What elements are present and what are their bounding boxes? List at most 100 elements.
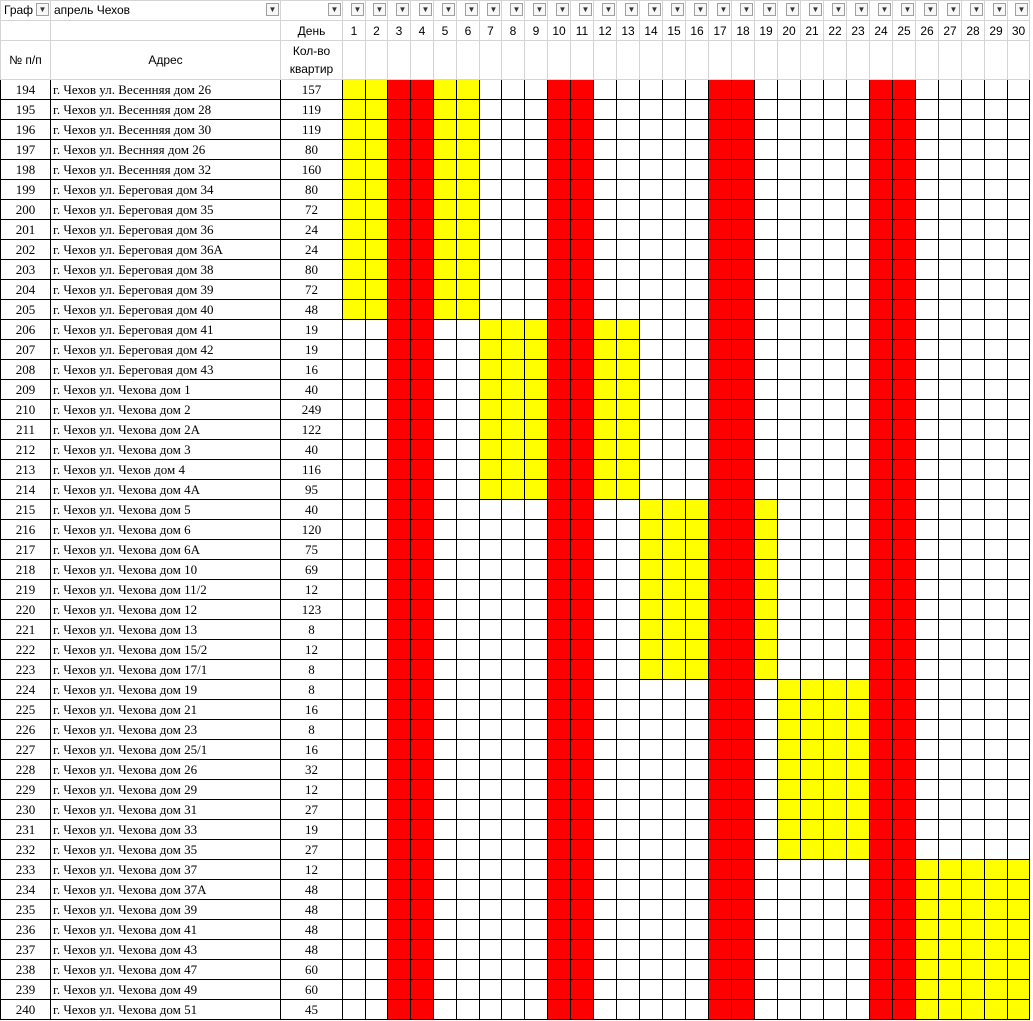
filter-dropdown-button[interactable]: ▼ <box>855 3 868 16</box>
empty-day-cell <box>639 979 663 1000</box>
empty-day-cell <box>433 859 457 880</box>
day-off-cell <box>869 919 893 940</box>
empty-day-cell <box>501 959 525 980</box>
row-number: 213 <box>0 459 51 480</box>
filter-dropdown-button[interactable]: ▼ <box>740 3 753 16</box>
filter-dropdown-button[interactable]: ▼ <box>786 3 799 16</box>
day-off-cell <box>869 259 893 280</box>
filter-dropdown-button[interactable]: ▼ <box>579 3 592 16</box>
work-day-cell <box>961 879 985 900</box>
row-number: 235 <box>0 899 51 920</box>
filter-dropdown-button[interactable]: ▼ <box>809 3 822 16</box>
empty-day-cell <box>823 879 847 900</box>
filter-dropdown-button[interactable]: ▼ <box>510 3 523 16</box>
filter-dropdown-button[interactable]: ▼ <box>648 3 661 16</box>
filter-dropdown-button[interactable]: ▼ <box>717 3 730 16</box>
filter-dropdown-button[interactable]: ▼ <box>351 3 364 16</box>
empty-day-cell <box>616 559 640 580</box>
work-day-cell <box>754 499 778 520</box>
empty-day-cell <box>961 679 985 700</box>
filter-dropdown-button[interactable]: ▼ <box>602 3 615 16</box>
day-off-cell <box>547 499 571 520</box>
filter-dropdown-button[interactable]: ▼ <box>671 3 684 16</box>
filter-dropdown-button[interactable]: ▼ <box>465 3 478 16</box>
day-off-cell <box>387 679 411 700</box>
empty-day-cell <box>846 479 870 500</box>
empty-day-cell <box>685 99 709 120</box>
apartment-count: 48 <box>280 899 343 920</box>
day-off-cell <box>869 739 893 760</box>
day-off-cell <box>869 159 893 180</box>
filter-dropdown-button[interactable]: ▼ <box>36 3 49 16</box>
filter-dropdown-button[interactable]: ▼ <box>694 3 707 16</box>
empty-day-cell <box>984 779 1008 800</box>
empty-day-cell <box>524 839 548 860</box>
empty-day-cell <box>593 199 617 220</box>
day-off-cell <box>869 179 893 200</box>
filter-dropdown-button[interactable]: ▼ <box>625 3 638 16</box>
empty-day-cell <box>616 699 640 720</box>
filter-dropdown-button[interactable]: ▼ <box>878 3 891 16</box>
empty-day-cell <box>984 559 1008 580</box>
empty-day-cell <box>961 379 985 400</box>
filter-dropdown-button[interactable]: ▼ <box>328 3 341 16</box>
empty-day-cell <box>961 559 985 580</box>
day-off-cell <box>547 979 571 1000</box>
filter-dropdown-button[interactable]: ▼ <box>832 3 845 16</box>
empty-day-cell <box>593 699 617 720</box>
day-number: 10 <box>547 20 571 41</box>
empty-day-cell <box>524 719 548 740</box>
address-cell: г. Чехов ул. Чехова дом 12 <box>50 599 281 620</box>
day-off-cell <box>570 299 594 320</box>
empty-day-cell <box>685 139 709 160</box>
filter-dropdown-button[interactable]: ▼ <box>533 3 546 16</box>
day-off-cell <box>731 179 755 200</box>
filter-dropdown-button[interactable]: ▼ <box>487 3 500 16</box>
empty-day-cell <box>365 319 388 340</box>
empty-day-cell <box>800 99 824 120</box>
table-row: 240 г. Чехов ул. Чехова дом 51 45 <box>0 999 1030 1020</box>
filter-dropdown-button[interactable]: ▼ <box>419 3 432 16</box>
filter-dropdown-button[interactable]: ▼ <box>947 3 960 16</box>
filter-dropdown-button[interactable]: ▼ <box>266 3 279 16</box>
filter-dropdown-button[interactable]: ▼ <box>442 3 455 16</box>
day-off-cell <box>547 959 571 980</box>
filter-dropdown-button[interactable]: ▼ <box>763 3 776 16</box>
address-cell: г. Чехов ул. Чехова дом 17/1 <box>50 659 281 680</box>
filter-dropdown-button[interactable]: ▼ <box>373 3 386 16</box>
empty-day-cell <box>938 399 962 420</box>
day-off-cell <box>869 419 893 440</box>
empty-day-cell <box>754 459 778 480</box>
empty-day-cell <box>342 759 366 780</box>
day-off-cell <box>570 259 594 280</box>
day-off-cell <box>892 419 916 440</box>
empty-day-cell <box>961 159 985 180</box>
filter-dropdown-button[interactable]: ▼ <box>396 3 409 16</box>
day-off-cell <box>708 79 732 100</box>
filter-dropdown-button[interactable]: ▼ <box>556 3 569 16</box>
work-day-cell <box>365 139 388 160</box>
filter-dropdown-button[interactable]: ▼ <box>993 3 1006 16</box>
empty-day-cell <box>915 819 939 840</box>
work-day-cell <box>456 259 480 280</box>
apartment-count: 12 <box>280 639 343 660</box>
empty-day-cell <box>938 539 962 560</box>
empty-day-cell <box>915 539 939 560</box>
apartment-count: 75 <box>280 539 343 560</box>
empty-day-cell <box>846 99 870 120</box>
empty-day-cell <box>433 979 457 1000</box>
empty-day-cell <box>501 219 525 240</box>
empty-day-cell <box>501 99 525 120</box>
work-day-cell <box>616 479 640 500</box>
apartment-count: 32 <box>280 759 343 780</box>
filter-dropdown-button[interactable]: ▼ <box>970 3 983 16</box>
filter-dropdown-button[interactable]: ▼ <box>1015 3 1028 16</box>
day-off-cell <box>892 539 916 560</box>
apartment-count: 69 <box>280 559 343 580</box>
day-off-cell <box>410 499 434 520</box>
empty-day-cell <box>1007 279 1030 300</box>
empty-day-cell <box>342 579 366 600</box>
day-off-cell <box>892 879 916 900</box>
filter-dropdown-button[interactable]: ▼ <box>924 3 937 16</box>
filter-dropdown-button[interactable]: ▼ <box>901 3 914 16</box>
